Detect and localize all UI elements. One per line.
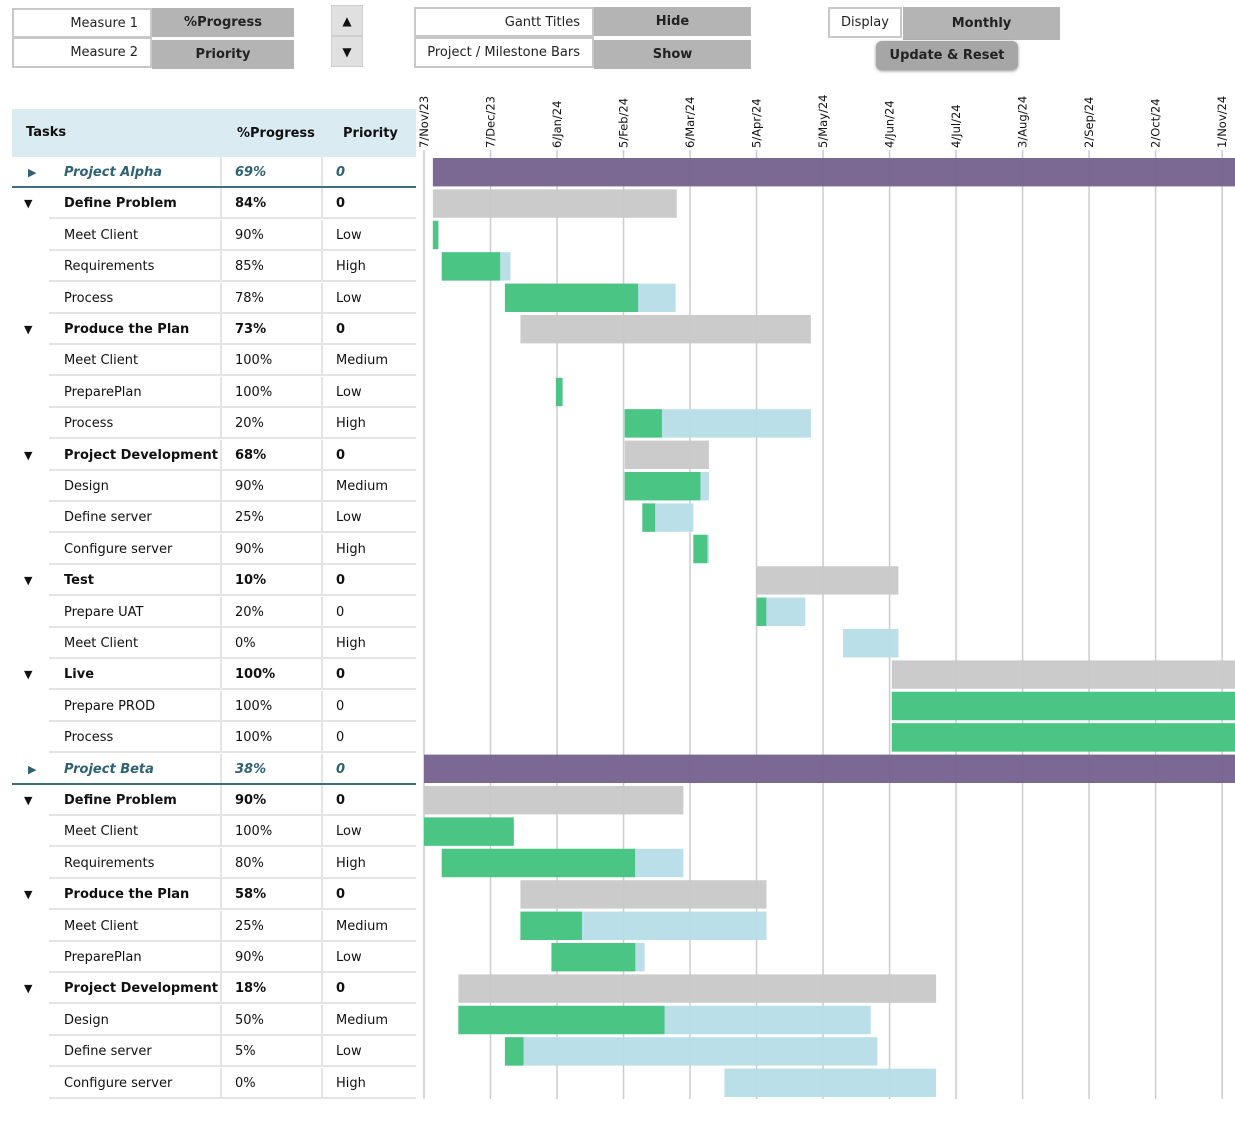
tick-label: 5/Apr/24 — [750, 98, 764, 148]
progress-bar — [642, 503, 656, 532]
progress-bar — [424, 817, 514, 846]
progress-bar — [504, 1037, 524, 1066]
tick-label: 4/Jun/24 — [883, 100, 897, 148]
group-bar — [458, 974, 937, 1003]
tick-label: 1/Nov/24 — [1215, 96, 1229, 148]
tick-label: 7/Dec/23 — [484, 96, 498, 148]
group-bar — [756, 566, 899, 595]
group-bar — [520, 315, 811, 344]
progress-bar — [458, 1005, 665, 1035]
tick-label: 6/Mar/24 — [683, 97, 697, 148]
progress-bar — [891, 691, 1235, 721]
gantt-chart: 7/Nov/23 7/Dec/23 6/Jan/24 5/Feb/24 6/Mar/24… — [417, 95, 1235, 1099]
group-bar — [624, 440, 709, 469]
tick-label: 2/Sep/24 — [1082, 97, 1096, 148]
progress-bar — [555, 377, 563, 407]
progress-bar — [441, 252, 501, 281]
tick-label: 3/Aug/24 — [1016, 96, 1030, 148]
progress-bar — [441, 848, 636, 878]
progress-bar — [624, 472, 701, 501]
progress-bar — [756, 597, 767, 626]
progress-bar — [520, 911, 582, 940]
progress-bar — [432, 220, 439, 250]
group-bar — [891, 660, 1235, 689]
group-bar — [424, 786, 684, 815]
project-bar — [432, 158, 1235, 187]
tick-label: 5/Feb/24 — [617, 98, 631, 148]
remaining-bar — [504, 1037, 878, 1066]
tick-label: 6/Jan/24 — [550, 101, 564, 148]
tick-label: 5/May/24 — [816, 95, 830, 148]
progress-bar — [624, 409, 662, 438]
remaining-bar — [843, 629, 899, 658]
tick-label: 7/Nov/23 — [417, 96, 431, 148]
project-bar — [424, 754, 1235, 783]
progress-bar — [693, 534, 708, 564]
progress-bar — [891, 723, 1235, 752]
group-bar — [432, 189, 677, 218]
group-bar — [520, 880, 767, 909]
remaining-bar — [724, 1068, 937, 1097]
progress-bar — [504, 283, 639, 312]
tick-label: 4/Jul/24 — [949, 104, 963, 148]
tick-label: 2/Oct/24 — [1149, 98, 1163, 148]
progress-bar — [551, 943, 636, 972]
